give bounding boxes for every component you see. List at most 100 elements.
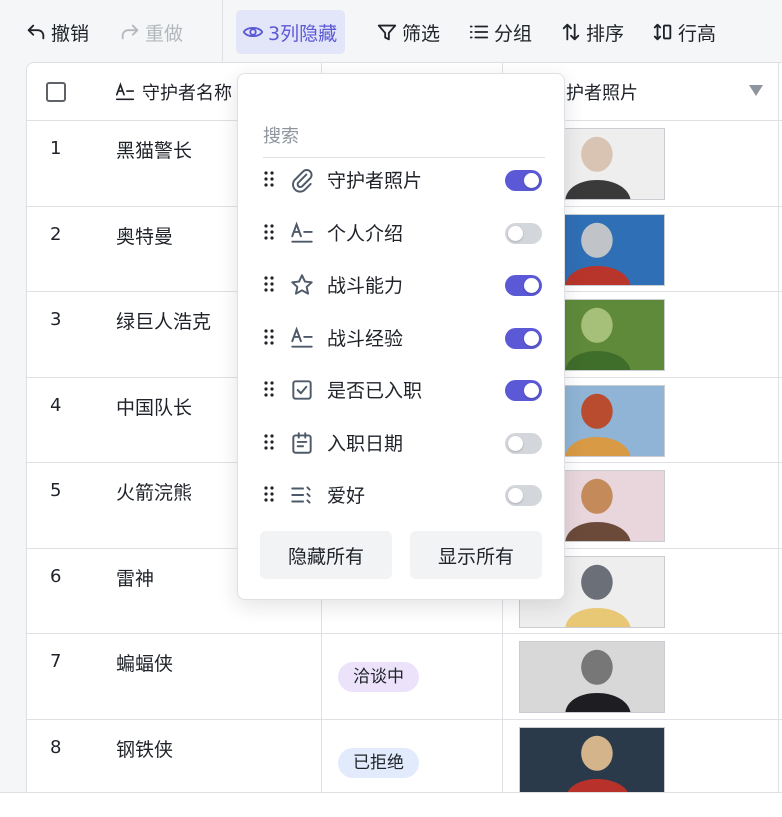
filter-button[interactable]: 筛选	[376, 10, 440, 54]
toggle-knob	[524, 278, 539, 293]
text-field-icon	[115, 81, 135, 100]
table-row[interactable]: 8 钢铁侠 已拒绝	[27, 720, 782, 792]
column-header-label: 守护者名称	[142, 82, 232, 104]
row-height-button[interactable]: 行高	[652, 10, 716, 54]
field-search-input[interactable]: 搜索	[263, 111, 545, 158]
eye-icon	[242, 26, 264, 38]
hidden-fields-button[interactable]: 3列隐藏	[236, 10, 346, 54]
row-number: 6	[50, 565, 62, 587]
calendar-icon	[289, 430, 315, 456]
drag-handle-icon[interactable]	[263, 485, 275, 503]
field-item[interactable]: 是否已入职	[238, 364, 566, 416]
row-height-icon	[653, 23, 672, 41]
sort-label: 排序	[586, 22, 625, 45]
hide-all-label: 隐藏所有	[287, 545, 364, 568]
field-label: 爱好	[327, 485, 366, 507]
row-number: 4	[50, 394, 62, 416]
row-number: 5	[50, 480, 62, 501]
column-header-photo[interactable]: 护者照片	[566, 63, 638, 120]
toggle-knob	[508, 435, 523, 451]
guardian-name-cell[interactable]: 奥特曼	[116, 222, 173, 249]
drag-handle-icon[interactable]	[263, 275, 275, 293]
table-bottom-border	[0, 792, 782, 793]
guardian-name-cell[interactable]: 蝙蝠侠	[116, 649, 173, 676]
row-number: 7	[50, 651, 62, 672]
guardian-photo-thumbnail[interactable]	[519, 641, 665, 713]
guardian-name-cell[interactable]: 中国队长	[116, 393, 192, 420]
visibility-toggle[interactable]	[505, 327, 542, 349]
show-all-button[interactable]: 显示所有	[410, 531, 542, 579]
field-label: 战斗能力	[327, 275, 404, 297]
redo-label: 重做	[145, 22, 184, 45]
drag-handle-icon[interactable]	[263, 223, 275, 241]
drag-handle-icon[interactable]	[263, 170, 275, 188]
drag-handle-icon[interactable]	[263, 380, 275, 398]
visibility-toggle[interactable]	[505, 432, 542, 454]
field-label: 是否已入职	[327, 380, 423, 402]
multi-select-icon	[289, 482, 315, 508]
attachment-icon	[289, 167, 315, 193]
search-placeholder: 搜索	[263, 126, 299, 147]
undo-icon	[27, 24, 45, 40]
guardian-name-cell[interactable]: 火箭浣熊	[116, 478, 192, 505]
visibility-toggle[interactable]	[505, 485, 542, 506]
dropdown-arrow-icon[interactable]	[749, 85, 763, 97]
row-number: 2	[50, 223, 62, 245]
field-item[interactable]: 个人介绍	[238, 207, 566, 259]
text-field-icon	[289, 220, 315, 246]
group-button[interactable]: 分组	[468, 10, 532, 54]
field-label: 入职日期	[327, 432, 404, 455]
visibility-toggle[interactable]	[505, 380, 542, 401]
field-label: 守护者照片	[327, 170, 423, 192]
sort-icon	[562, 23, 580, 41]
group-label: 分组	[494, 22, 533, 45]
field-label: 个人介绍	[327, 222, 404, 245]
field-item[interactable]: 守护者照片	[238, 154, 566, 206]
row-number: 8	[50, 736, 62, 758]
column-header-label: 护者照片	[566, 82, 638, 104]
toggle-knob	[524, 330, 539, 346]
row-height-label: 行高	[678, 22, 717, 45]
field-item[interactable]: 入职日期	[238, 417, 566, 469]
guardian-name-cell[interactable]: 黑猫警长	[116, 136, 192, 163]
text-field-icon	[289, 325, 315, 351]
guardian-name-cell[interactable]: 钢铁侠	[116, 735, 173, 762]
star-icon	[289, 272, 315, 298]
toggle-knob	[524, 173, 539, 188]
undo-label: 撤销	[51, 22, 90, 45]
visibility-toggle[interactable]	[505, 275, 542, 296]
filter-icon	[377, 24, 397, 41]
toolbar: 撤销 重做 3列隐藏 筛选 分组 排序 行高	[0, 0, 782, 62]
redo-icon	[121, 24, 139, 40]
visibility-toggle[interactable]	[505, 222, 542, 244]
field-item[interactable]: 爱好	[238, 469, 566, 521]
select-all-checkbox[interactable]	[46, 82, 66, 102]
row-number: 3	[50, 309, 62, 330]
toolbar-divider	[222, 0, 223, 62]
toggle-knob	[524, 383, 539, 398]
filter-label: 筛选	[402, 22, 441, 45]
table-row[interactable]: 7 蝙蝠侠 洽谈中	[27, 634, 782, 720]
sort-button[interactable]: 排序	[560, 10, 624, 54]
guardian-name-cell[interactable]: 雷神	[116, 564, 154, 591]
field-item[interactable]: 战斗能力	[238, 259, 566, 311]
show-all-label: 显示所有	[437, 545, 514, 568]
hide-all-button[interactable]: 隐藏所有	[260, 531, 392, 579]
drag-handle-icon[interactable]	[263, 328, 275, 346]
drag-handle-icon[interactable]	[263, 433, 275, 451]
row-number: 1	[50, 138, 62, 159]
list-group-icon	[469, 25, 489, 39]
field-item[interactable]: 战斗经验	[238, 312, 566, 364]
visibility-toggle[interactable]	[505, 170, 542, 191]
toggle-knob	[508, 225, 523, 241]
hidden-fields-label: 3列隐藏	[268, 22, 338, 45]
undo-button[interactable]: 撤销	[25, 10, 89, 54]
status-tag[interactable]: 已拒绝	[338, 747, 419, 778]
hidden-fields-popup: 搜索 守护者照片个人介绍战斗能力战斗经验是否已入职入职日期爱好 隐藏所有 显示所…	[237, 73, 565, 600]
field-label: 战斗经验	[327, 327, 404, 350]
guardian-photo-thumbnail[interactable]	[519, 726, 665, 792]
guardian-name-cell[interactable]: 绿巨人浩克	[116, 307, 211, 334]
status-tag[interactable]: 洽谈中	[338, 662, 419, 692]
redo-button[interactable]: 重做	[119, 10, 183, 54]
column-header-name[interactable]: 守护者名称	[114, 63, 232, 120]
